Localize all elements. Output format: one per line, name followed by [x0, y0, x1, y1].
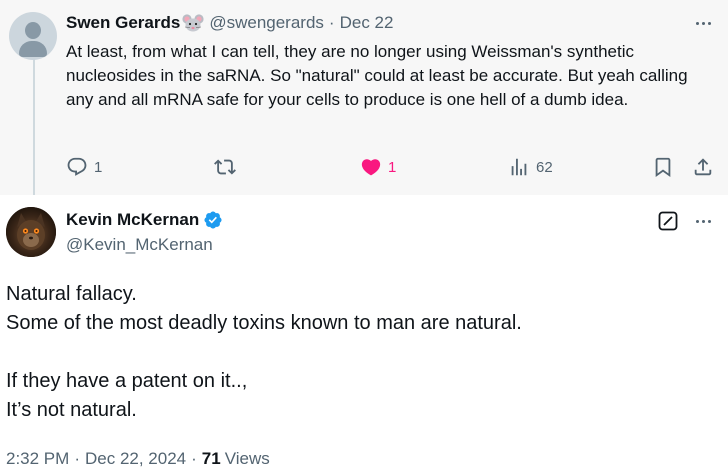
parent-tweet[interactable]: Swen Gerards @swengerards · Dec 22 At le… — [0, 0, 728, 195]
parent-tweet-header: Swen Gerards @swengerards · Dec 22 — [66, 12, 393, 34]
default-avatar-body — [19, 41, 47, 57]
parent-author-handle[interactable]: @swengerards — [209, 13, 324, 33]
like-icon — [361, 159, 381, 176]
views-icon — [511, 158, 527, 176]
tweet-line — [6, 338, 720, 367]
default-avatar-head — [25, 22, 41, 39]
verified-badge-icon[interactable] — [203, 210, 223, 230]
meta-separator: · — [191, 449, 197, 468]
retweet-icon — [214, 159, 236, 175]
views-button[interactable]: 62 — [508, 153, 553, 181]
tweet-line: Some of the most deadly toxins known to … — [6, 312, 522, 334]
header-separator: · — [328, 13, 335, 32]
share-button[interactable] — [692, 153, 714, 181]
parent-action-bar: 1 1 62 — [62, 153, 722, 181]
reply-button[interactable]: 1 — [66, 153, 102, 181]
tweet-thread: Swen Gerards @swengerards · Dec 22 At le… — [0, 0, 728, 470]
bookmark-icon — [655, 157, 671, 178]
parent-tweet-date[interactable]: Dec 22 — [340, 13, 394, 33]
like-button[interactable]: 1 — [360, 153, 396, 181]
reply-icon — [67, 157, 87, 176]
like-count: 1 — [388, 158, 397, 176]
grok-icon[interactable] — [658, 211, 678, 231]
main-author-name[interactable]: Kevin McKernan — [66, 210, 199, 230]
thread-connector-line — [33, 58, 35, 195]
reply-count: 1 — [94, 158, 103, 176]
retweet-button[interactable] — [214, 153, 242, 181]
tweet-line: If they have a patent on it.., — [6, 370, 248, 392]
parent-more-icon[interactable] — [690, 13, 716, 33]
parent-author-name[interactable]: Swen Gerards — [66, 13, 180, 33]
tweet-metadata: 2:32 PM · Dec 22, 2024 · 71 Views — [6, 448, 270, 470]
parent-tweet-text: At least, from what I can tell, they are… — [66, 42, 688, 109]
tweet-views-count[interactable]: 71 — [202, 449, 221, 469]
bookmark-button[interactable] — [652, 153, 674, 181]
main-author-avatar[interactable] — [6, 207, 56, 257]
main-author-handle[interactable]: @Kevin_McKernan — [66, 235, 213, 255]
view-count: 62 — [536, 158, 553, 176]
main-tweet-text: Natural fallacy. Some of the most deadly… — [6, 280, 720, 425]
parent-avatar[interactable] — [9, 12, 57, 60]
share-icon — [694, 158, 712, 176]
tweet-views-label: Views — [224, 449, 270, 468]
tweet-line: It’s not natural. — [6, 399, 137, 421]
mouse-emoji-icon — [182, 14, 204, 32]
main-more-icon[interactable] — [690, 211, 716, 231]
meta-separator: · — [74, 449, 80, 468]
tweet-date[interactable]: Dec 22, 2024 — [85, 449, 186, 469]
tweet-line: Natural fallacy. — [6, 283, 137, 305]
main-author-name-row: Kevin McKernan — [66, 209, 223, 231]
tweet-time[interactable]: 2:32 PM — [6, 449, 69, 469]
